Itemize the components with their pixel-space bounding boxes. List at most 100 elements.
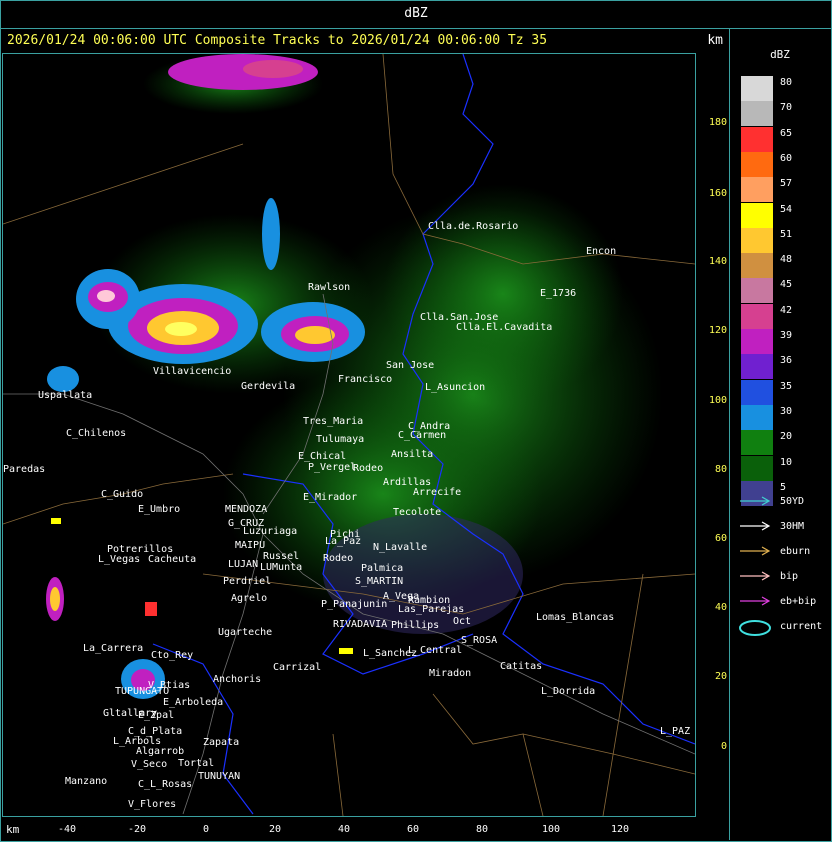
place-label: LUJAN <box>228 559 258 570</box>
place-label: Las_Parejas <box>398 604 464 615</box>
colorbar-swatch <box>741 354 773 380</box>
place-label: Perdriel <box>223 576 271 587</box>
track-arrow-icon <box>740 496 771 506</box>
place-label: Oct <box>453 616 471 627</box>
place-label: Clla.de.Rosario <box>428 221 518 232</box>
place-label: E_Arboleda <box>163 697 223 708</box>
place-label: Phillips <box>391 620 439 631</box>
y-tick-label: 140 <box>708 256 727 267</box>
x-tick-label: -20 <box>127 824 147 835</box>
track-arrow-icon <box>740 521 771 531</box>
place-label: Russel <box>263 551 299 562</box>
place-label: Zapata <box>203 737 239 748</box>
track-arrow-icon <box>740 596 771 606</box>
colorbar-label: 5 <box>780 481 787 493</box>
place-label: LUMunta <box>260 562 302 573</box>
radar-map[interactable]: Clla.de.Rosario Encon Rawlson E_1736 Clla.Sa… <box>2 53 696 817</box>
colorbar-label: 57 <box>780 178 793 190</box>
y-tick-label: 20 <box>714 671 727 682</box>
place-label: RIVADAVIA <box>333 619 387 630</box>
colorbar-label: 42 <box>780 304 793 316</box>
legend-label: 50YD <box>780 496 805 507</box>
place-label: Manzano <box>65 776 107 787</box>
place-label: MAIPU <box>235 540 265 551</box>
x-tick-label: 60 <box>406 824 420 835</box>
place-label: S_MARTIN <box>355 576 403 587</box>
place-label: V_Flores <box>128 799 176 810</box>
colorbar-swatch <box>741 76 773 101</box>
colorbar-swatch <box>741 329 773 354</box>
place-label: L_PAZ <box>660 726 690 737</box>
place-label: Gerdevila <box>241 381 295 392</box>
place-label: Luzuriaga <box>243 526 297 537</box>
colorbar-label: 51 <box>780 228 793 240</box>
colorbar-label: 30 <box>780 405 793 417</box>
x-tick-label: 120 <box>610 824 630 835</box>
colorbar-swatch <box>741 101 773 127</box>
place-label: L_Central <box>408 645 462 656</box>
place-label: TUNUYAN <box>198 771 240 782</box>
place-label: Ansilta <box>391 449 433 460</box>
colorbar-unit: dBZ <box>770 48 790 61</box>
colorbar-swatch <box>741 253 773 279</box>
colorbar-label: 80 <box>780 77 793 88</box>
place-label: E_Mirador <box>303 492 357 503</box>
legend-label: current <box>780 621 823 632</box>
place-label: L_Asuncion <box>425 382 485 393</box>
colorbar-label: 60 <box>780 152 793 164</box>
colorbar-label: 54 <box>780 203 793 215</box>
colorbar-label: 70 <box>780 102 793 114</box>
place-label: San Jose <box>386 360 434 371</box>
place-label: V_Seco <box>131 759 167 770</box>
x-axis: -40 -20 0 20 40 60 80 100 120 <box>2 818 694 838</box>
colorbar-label: 20 <box>780 431 793 443</box>
product-header: dBZ <box>0 0 832 29</box>
place-label: Francisco <box>338 374 392 385</box>
title-unit: km <box>707 33 723 48</box>
place-label: Algarrob <box>136 746 184 757</box>
place-label: C_Chilenos <box>66 428 126 439</box>
place-label: Paredas <box>3 464 45 475</box>
track-arrow-icon <box>740 546 771 556</box>
place-label: Rodeo <box>323 553 353 564</box>
place-label: Tortal <box>178 758 214 769</box>
colorbar-swatch <box>741 303 773 329</box>
place-label: Villavicencio <box>153 366 231 377</box>
colorbar-swatch <box>741 278 773 304</box>
y-tick-label: 40 <box>714 602 727 613</box>
place-label: E_Chical <box>298 451 346 462</box>
place-label: C_Carmen <box>398 430 446 441</box>
place-label: Tres_Maria <box>303 416 363 427</box>
x-tick-label: 80 <box>475 824 489 835</box>
y-tick-label: 80 <box>714 464 727 475</box>
y-tick-label: 100 <box>708 395 727 406</box>
colorbar-swatch <box>741 430 773 456</box>
place-label: Catitas <box>500 661 542 672</box>
place-label: P_Panajunin <box>321 599 387 610</box>
y-tick-label: 180 <box>708 117 727 128</box>
place-label: C_Guido <box>101 489 143 500</box>
place-label: MENDOZA <box>225 504 267 515</box>
legend-label: bip <box>780 571 799 582</box>
colorbar-swatch <box>741 126 773 152</box>
y-tick-label: 160 <box>708 188 727 199</box>
x-tick-label: 0 <box>202 824 210 835</box>
colorbar-label: 39 <box>780 330 793 341</box>
title-text: 2026/01/24 00:06:00 UTC Composite Tracks… <box>7 33 548 48</box>
place-label: E_Umbro <box>138 504 180 515</box>
place-label: Cacheuta <box>148 554 196 565</box>
x-tick-label: 20 <box>268 824 282 835</box>
x-tick-label: 40 <box>337 824 351 835</box>
radar-canvas[interactable]: Clla.de.RosarioEnconRawlsonE_1736Clla.Sa… <box>3 54 695 816</box>
y-tick-label: 60 <box>714 533 727 544</box>
x-tick-label: 100 <box>541 824 561 835</box>
place-label: TUPUNGATO <box>115 686 169 697</box>
place-label: Tecolote <box>393 507 441 518</box>
colorbar-swatch <box>741 177 773 203</box>
colorbar-label: 10 <box>780 456 793 468</box>
place-label: C_L_Rosas <box>138 779 192 790</box>
place-label: Lomas_Blancas <box>536 612 614 623</box>
place-label: E_1736 <box>540 288 576 299</box>
title-bar: 2026/01/24 00:06:00 UTC Composite Tracks… <box>2 30 727 52</box>
place-label: Ugarteche <box>218 627 272 638</box>
